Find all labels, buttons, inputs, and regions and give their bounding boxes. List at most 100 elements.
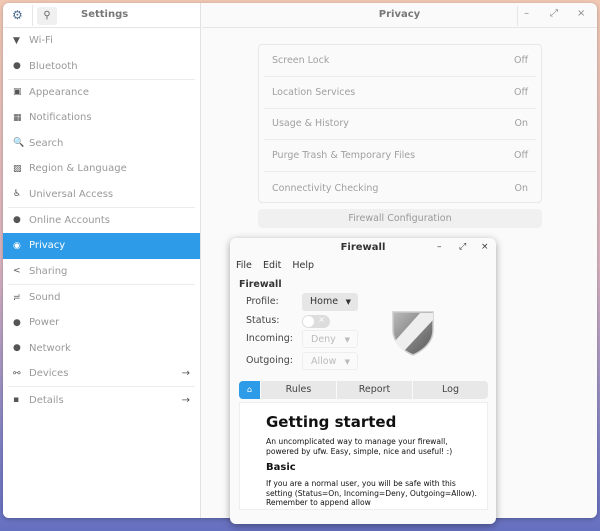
sidebar-item-sharing[interactable]: < Sharing (3, 259, 200, 284)
sidebar-item-appearance[interactable]: ▣ Appearance (3, 80, 200, 105)
chevron-down-icon: ▼ (344, 358, 350, 366)
sidebar-item-search[interactable]: 🔍 Search (3, 131, 200, 156)
firewall-configuration-button[interactable]: Firewall Configuration (258, 209, 542, 228)
divider (32, 5, 33, 26)
sidebar-item-label: Region & Language (29, 163, 127, 175)
content-heading: Getting started (266, 413, 397, 431)
sound-icon: ≓ (13, 292, 21, 303)
tab-report[interactable]: Report (336, 381, 412, 399)
sidebar: ⚙ ⚲ Settings ▼ Wi-Fi ● Bluetooth ▣ Appearance… (3, 3, 201, 518)
power-icon: ● (13, 317, 21, 328)
accessibility-icon: ♿ (13, 189, 22, 200)
close-button[interactable]: × (481, 242, 489, 252)
intro-text: An uncomplicated way to manage your fire… (266, 437, 453, 456)
sidebar-item-universal-access[interactable]: ♿ Universal Access (3, 181, 200, 206)
menu-edit[interactable]: Edit (263, 260, 281, 271)
row-value: Off (513, 86, 528, 98)
wifi-icon: ▼ (13, 35, 20, 46)
search-icon: 🔍 (13, 138, 25, 149)
status-label: Status: (246, 315, 280, 326)
row-label: Location Services (272, 86, 356, 98)
status-toggle[interactable]: × (302, 315, 330, 328)
sidebar-item-power[interactable]: ● Power (3, 310, 200, 335)
sidebar-item-label: Privacy (29, 240, 66, 252)
menu-help[interactable]: Help (292, 260, 314, 271)
row-label: Screen Lock (272, 54, 330, 66)
privacy-list: Screen Lock Off Location Services Off Usage … (258, 44, 542, 203)
sidebar-item-label: Online Accounts (29, 214, 111, 226)
divider (517, 6, 518, 26)
outgoing-dropdown[interactable]: Allow ▼ (302, 352, 358, 370)
chevron-down-icon: ▼ (344, 336, 350, 344)
sidebar-item-label: Devices (29, 368, 69, 380)
basic-text: If you are a normal user, you will be sa… (266, 479, 477, 507)
minimize-button[interactable]: – (437, 242, 442, 252)
getting-started-content[interactable]: Getting started An uncomplicated way to … (239, 402, 488, 510)
row-label: Usage & History (272, 118, 349, 130)
outgoing-label: Outgoing: (246, 355, 293, 366)
sidebar-item-label: Power (29, 317, 60, 329)
sidebar-item-network[interactable]: ● Network (3, 336, 200, 361)
privacy-row[interactable]: Purge Trash & Temporary Files Off (264, 140, 536, 173)
tab-log[interactable]: Log (412, 381, 488, 399)
privacy-row[interactable]: Connectivity Checking On (264, 172, 536, 204)
sidebar-item-online-accounts[interactable]: ● Online Accounts (3, 208, 200, 233)
sidebar-item-region-language[interactable]: ▨ Region & Language (3, 156, 200, 181)
privacy-icon: ◉ (13, 240, 21, 251)
tab-home[interactable]: ⌂ (239, 381, 260, 399)
network-icon: ● (13, 343, 21, 354)
close-button[interactable]: × (577, 8, 585, 19)
sidebar-item-devices[interactable]: ⚯ Devices → (3, 361, 200, 386)
region-icon: ▨ (13, 163, 22, 174)
maximize-button[interactable]: ⤢ (459, 242, 466, 252)
section-title: Firewall (239, 279, 282, 290)
incoming-dropdown[interactable]: Deny ▼ (302, 330, 358, 348)
content-subheading: Basic (266, 462, 296, 473)
row-value: On (514, 182, 529, 194)
sidebar-item-label: Bluetooth (29, 60, 78, 72)
profile-label: Profile: (246, 296, 279, 307)
sidebar-item-label: Appearance (29, 86, 90, 98)
online-accounts-icon: ● (13, 215, 21, 226)
privacy-row[interactable]: Location Services Off (264, 77, 536, 109)
sidebar-item-privacy[interactable]: ◉ Privacy (3, 233, 200, 259)
sidebar-item-details[interactable]: ▪ Details → (3, 387, 200, 412)
maximize-button[interactable]: ⤢ (550, 8, 558, 19)
row-label: Connectivity Checking (272, 182, 379, 194)
arrow-right-icon: → (181, 368, 190, 380)
sidebar-item-label: Network (29, 342, 71, 354)
outgoing-value: Allow (311, 356, 337, 367)
close-icon: × (318, 315, 325, 324)
devices-icon: ⚯ (13, 368, 21, 379)
sidebar-item-bluetooth[interactable]: ● Bluetooth (3, 53, 200, 78)
profile-dropdown[interactable]: Home ▼ (302, 293, 358, 311)
gear-icon[interactable]: ⚙ (12, 8, 23, 22)
sidebar-item-label: Wi-Fi (29, 35, 53, 47)
sidebar-item-label: Notifications (29, 112, 92, 124)
sidebar-item-notifications[interactable]: ▦ Notifications (3, 105, 200, 130)
privacy-row[interactable]: Usage & History On (264, 109, 536, 141)
sidebar-title: Settings (81, 9, 129, 20)
monitor-icon: ▣ (13, 87, 22, 98)
incoming-label: Incoming: (246, 333, 294, 344)
sidebar-item-label: Universal Access (29, 188, 114, 200)
sidebar-header: ⚙ ⚲ Settings (3, 3, 200, 28)
firewall-dialog: Firewall – ⤢ × File Edit Help Firewall P… (230, 238, 496, 524)
notifications-icon: ▦ (13, 112, 22, 123)
shield-icon (392, 311, 434, 356)
privacy-row[interactable]: Screen Lock Off (264, 45, 536, 77)
arrow-right-icon: → (181, 394, 190, 406)
menu-file[interactable]: File (236, 260, 252, 271)
search-button[interactable]: ⚲ (37, 7, 57, 25)
header-bar: Privacy – ⤢ × (202, 3, 597, 28)
details-icon: ▪ (13, 395, 20, 406)
row-value: Off (513, 54, 528, 66)
sidebar-item-wi-fi[interactable]: ▼ Wi-Fi (3, 28, 200, 53)
sidebar-item-sound[interactable]: ≓ Sound (3, 285, 200, 310)
home-icon: ⌂ (246, 385, 253, 394)
sidebar-item-label: Sharing (29, 265, 68, 277)
minimize-button[interactable]: – (524, 8, 529, 19)
dialog-title: Firewall (340, 242, 386, 253)
row-label: Purge Trash & Temporary Files (272, 150, 416, 162)
tab-rules[interactable]: Rules (260, 381, 336, 399)
